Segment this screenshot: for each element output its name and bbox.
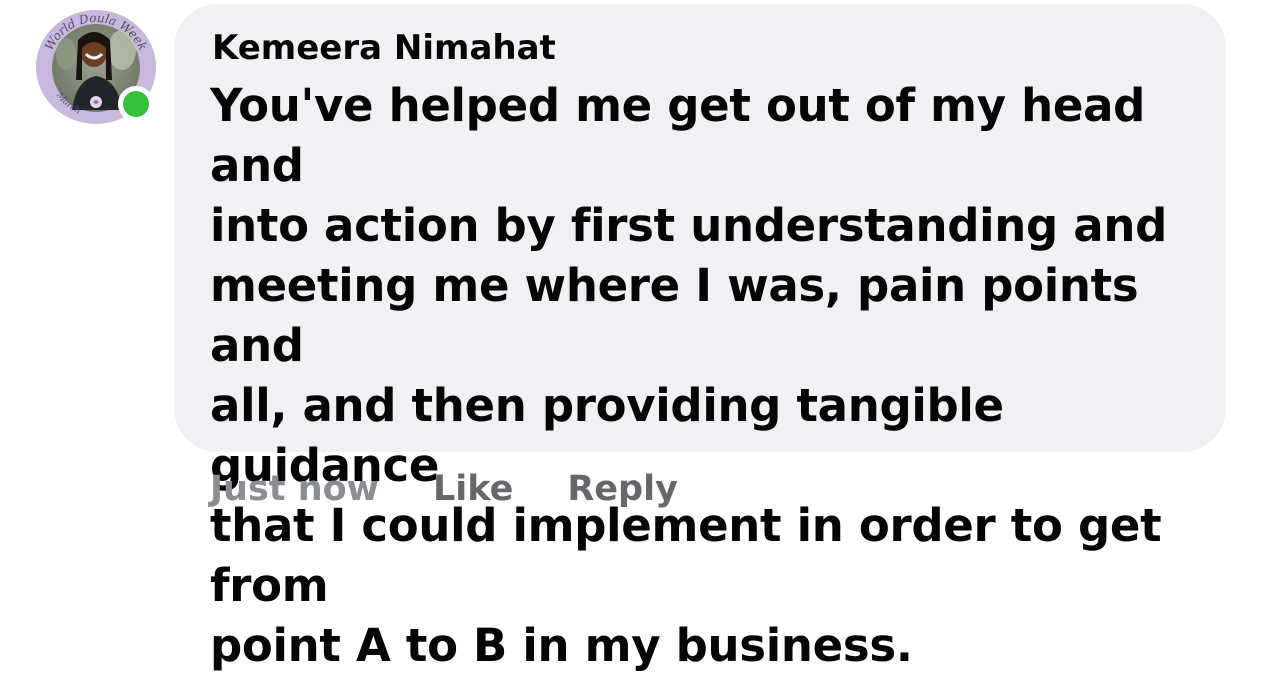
comment-bubble: Kemeera Nimahat You've helped me get out…: [174, 4, 1226, 672]
comment-text-line: that I could implement in order to get f…: [210, 499, 1162, 612]
comment-text-line: into action by first understanding and: [210, 199, 1167, 252]
comment-text-line: You've helped me get out of my head and: [210, 79, 1146, 192]
comment-text: You've helped me get out of my head and …: [210, 76, 1220, 676]
comment-text-line: point A to B in my business.: [210, 619, 913, 672]
comment-actions: Just now Like Reply: [210, 466, 678, 512]
reply-button[interactable]: Reply: [567, 469, 678, 509]
online-status-dot: [118, 86, 154, 122]
comment-timestamp[interactable]: Just now: [210, 469, 379, 509]
avatar-container[interactable]: World Doula Week March: [36, 10, 156, 130]
comment-text-line: meeting me where I was, pain points and: [210, 259, 1139, 372]
like-button[interactable]: Like: [433, 469, 513, 509]
comment-author[interactable]: Kemeera Nimahat: [212, 28, 556, 68]
